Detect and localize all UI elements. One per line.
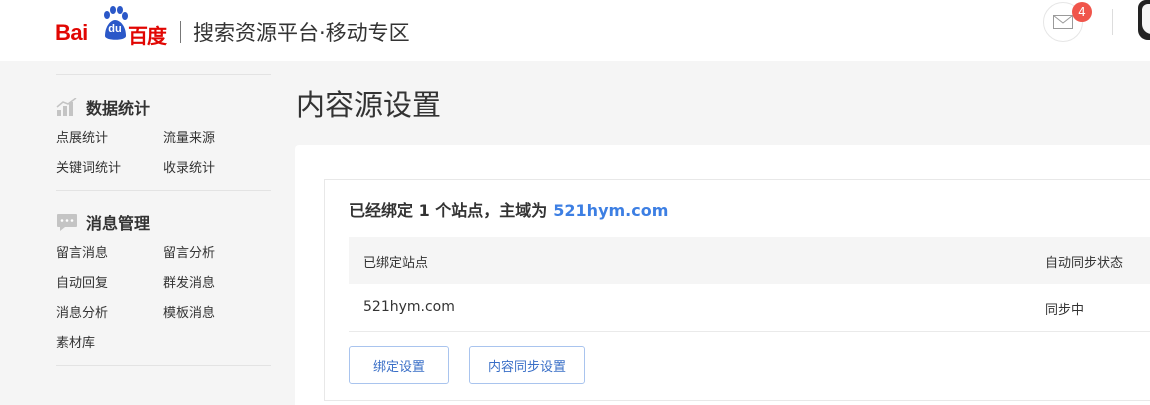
header-separator bbox=[1112, 9, 1113, 35]
mail-unread-badge: 4 bbox=[1072, 2, 1092, 22]
sidebar-link-message-analysis[interactable]: 留言分析 bbox=[163, 239, 270, 269]
sidebar-link-news-analysis[interactable]: 消息分析 bbox=[56, 299, 163, 329]
mail-icon bbox=[1053, 15, 1073, 29]
sidebar-link-traffic-source[interactable]: 流量来源 bbox=[163, 124, 270, 154]
table-row bbox=[349, 284, 1150, 332]
sidebar-link-auto-reply[interactable]: 自动回复 bbox=[56, 269, 163, 299]
logo-chinese-text: 百度 bbox=[128, 24, 167, 48]
user-avatar[interactable] bbox=[1138, 0, 1150, 40]
sidebar-link-media-library[interactable]: 素材库 bbox=[56, 329, 163, 359]
logo-du-text: du bbox=[108, 23, 122, 35]
sidebar-divider bbox=[56, 365, 271, 366]
section-header: 消息管理 bbox=[56, 207, 271, 237]
sidebar-link-keyword-stats[interactable]: 关键词统计 bbox=[56, 154, 163, 184]
column-header-bound-site: 已绑定站点 bbox=[363, 256, 429, 271]
main-domain-link[interactable]: 521hym.com bbox=[553, 201, 668, 220]
content-sync-settings-button[interactable]: 内容同步设置 bbox=[469, 346, 585, 384]
sidebar-section-data-stats: 数据统计 点展统计 流量来源 关键词统计 收录统计 bbox=[56, 92, 271, 184]
sidebar-link-messages[interactable]: 留言消息 bbox=[56, 239, 163, 269]
logo-latin-text: Bai bbox=[55, 20, 88, 45]
top-header: Bai du 百度 搜索资源平台·移动专区 4 bbox=[0, 0, 1150, 61]
sidebar-link-template-messages[interactable]: 模板消息 bbox=[163, 299, 270, 329]
binding-summary: 已经绑定 1 个站点，主域为 521hym.com bbox=[349, 197, 668, 221]
site-title: 搜索资源平台·移动专区 bbox=[193, 21, 410, 45]
sidebar: 数据统计 点展统计 流量来源 关键词统计 收录统计 消息管理 留言消息 留言分析… bbox=[56, 61, 271, 366]
cell-bound-site: 521hym.com bbox=[363, 299, 455, 315]
table-header bbox=[349, 237, 1150, 284]
header-divider bbox=[180, 21, 181, 43]
section-title: 数据统计 bbox=[86, 99, 151, 118]
cell-sync-status: 同步中 bbox=[1045, 303, 1085, 318]
sidebar-link-index-stats[interactable]: 收录统计 bbox=[163, 154, 270, 184]
bind-settings-button[interactable]: 绑定设置 bbox=[349, 346, 449, 384]
column-header-sync-status: 自动同步状态 bbox=[1045, 256, 1124, 271]
section-links: 留言消息 留言分析 自动回复 群发消息 消息分析 模板消息 素材库 bbox=[56, 239, 271, 359]
chat-bubble-icon bbox=[57, 214, 77, 231]
baidu-logo[interactable]: Bai du 百度 bbox=[55, 6, 173, 48]
section-links: 点展统计 流量来源 关键词统计 收录统计 bbox=[56, 124, 271, 184]
section-title: 消息管理 bbox=[86, 214, 151, 233]
section-header: 数据统计 bbox=[56, 92, 271, 122]
sidebar-link-impressions[interactable]: 点展统计 bbox=[56, 124, 163, 154]
sidebar-divider bbox=[56, 74, 271, 75]
bar-chart-icon bbox=[56, 98, 77, 116]
sidebar-section-messages: 消息管理 留言消息 留言分析 自动回复 群发消息 消息分析 模板消息 素材库 bbox=[56, 207, 271, 359]
sidebar-link-broadcast[interactable]: 群发消息 bbox=[163, 269, 270, 299]
summary-text: 已经绑定 1 个站点，主域为 bbox=[349, 201, 548, 220]
page-title: 内容源设置 bbox=[296, 88, 442, 122]
sidebar-divider bbox=[56, 190, 271, 191]
